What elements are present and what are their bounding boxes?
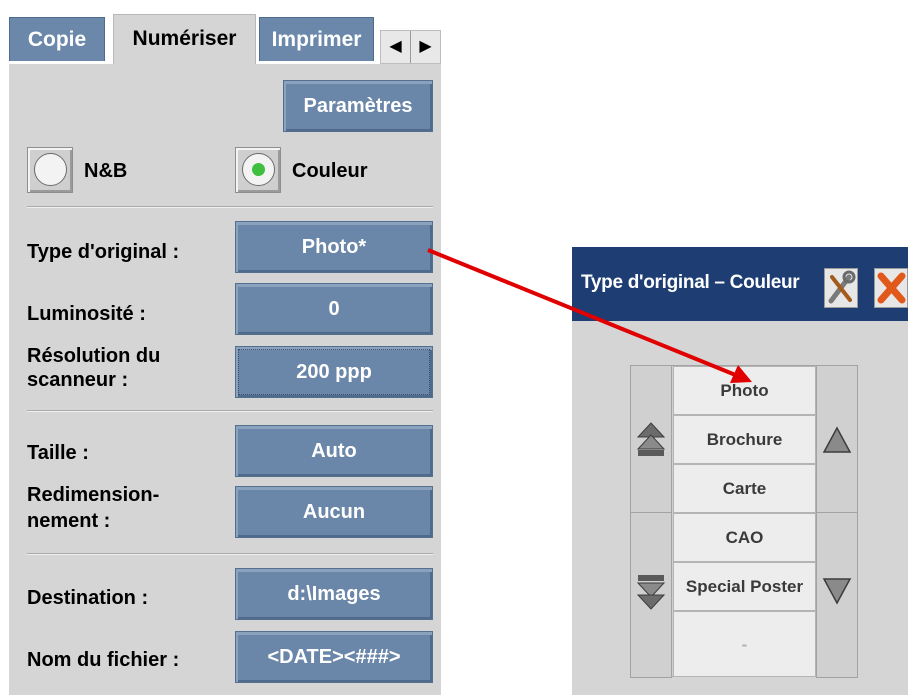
page-up-left-button[interactable]	[630, 365, 672, 513]
double-down-arrow-icon	[636, 575, 666, 610]
list-item[interactable]: Photo	[673, 366, 816, 415]
divider	[27, 206, 433, 208]
resolution-label-line1: Résolution du	[27, 345, 161, 367]
radio-selected-dot-icon	[252, 163, 265, 176]
list-item[interactable]: Special Poster	[673, 562, 816, 611]
destination-label: Destination :	[27, 587, 149, 609]
down-arrow-icon	[822, 578, 852, 605]
original-type-label: Type d'original :	[27, 241, 180, 263]
original-type-list: Photo Brochure Carte CAO Special Poster …	[630, 365, 858, 678]
divider	[27, 553, 433, 555]
scroll-up-right-button[interactable]	[816, 365, 858, 513]
resize-button[interactable]: Aucun	[235, 486, 433, 538]
bw-radio[interactable]	[27, 147, 73, 193]
filename-button[interactable]: <DATE><###>	[235, 631, 433, 683]
tab-copie[interactable]: Copie	[9, 17, 105, 61]
scan-tab-content: Paramètres N&B Couleur Type d'original :…	[9, 64, 441, 695]
color-radio[interactable]	[235, 147, 281, 193]
page-down-left-button[interactable]	[630, 512, 672, 678]
scroll-down-right-button[interactable]	[816, 512, 858, 678]
settings-button[interactable]: Paramètres	[283, 80, 433, 132]
up-arrow-icon	[822, 426, 852, 453]
resolution-button[interactable]: 200 ppp	[235, 346, 433, 398]
original-type-button[interactable]: Photo*	[235, 221, 433, 273]
tab-scroll-right-icon[interactable]: ▶	[411, 31, 440, 63]
bw-radio-circle-icon	[34, 153, 67, 186]
original-type-dialog: Type d'original – Couleur Photo Brochure…	[572, 247, 908, 695]
dialog-title: Type d'original – Couleur	[581, 272, 800, 293]
bw-label: N&B	[84, 160, 128, 182]
resolution-label-line2: scanneur :	[27, 369, 129, 391]
color-radio-circle-icon	[242, 153, 275, 186]
size-button[interactable]: Auto	[235, 425, 433, 477]
brightness-button[interactable]: 0	[235, 283, 433, 335]
list-item[interactable]: CAO	[673, 513, 816, 562]
double-up-arrow-icon	[636, 422, 666, 456]
list-item[interactable]: -	[673, 611, 816, 677]
tab-imprimer[interactable]: Imprimer	[259, 17, 374, 61]
list-item[interactable]: Brochure	[673, 415, 816, 464]
destination-button[interactable]: d:\Images	[235, 568, 433, 620]
brightness-label: Luminosité :	[27, 303, 146, 325]
tab-scroll-buttons: ◀ ▶	[380, 30, 441, 64]
scanner-settings-panel: Copie Numériser Imprimer ◀ ▶ Paramètres …	[9, 0, 441, 695]
divider	[27, 410, 433, 412]
filename-label: Nom du fichier :	[27, 649, 180, 671]
list-item[interactable]: Carte	[673, 464, 816, 513]
tools-icon[interactable]	[824, 268, 858, 308]
tab-bar: Copie Numériser Imprimer ◀ ▶	[9, 0, 441, 64]
color-label: Couleur	[292, 160, 368, 182]
tab-scroll-left-icon[interactable]: ◀	[381, 31, 411, 63]
dialog-title-bar: Type d'original – Couleur	[572, 247, 908, 321]
resize-label-line2: nement :	[27, 510, 111, 532]
tab-numeriser[interactable]: Numériser	[113, 14, 256, 64]
size-label: Taille :	[27, 442, 89, 464]
close-icon[interactable]	[874, 268, 908, 308]
resize-label-line1: Redimension-	[27, 484, 160, 506]
